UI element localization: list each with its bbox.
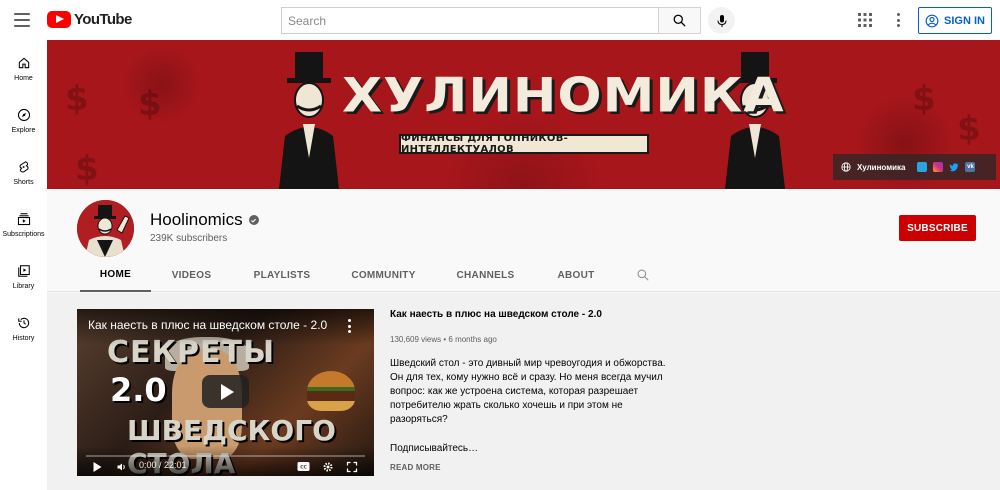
tab-home[interactable]: HOME [80, 259, 151, 292]
featured-video-description-more: Подписывайтесь… [390, 443, 479, 454]
shorts-icon [19, 161, 29, 173]
home-icon [18, 57, 29, 69]
menu-icon[interactable] [12, 10, 32, 30]
dollar-decoration-icon: $ [138, 84, 162, 124]
logo-text: YouTube [74, 11, 132, 28]
banner-link-website[interactable]: Хулиномика [857, 163, 905, 172]
sidebar-item-subscriptions[interactable]: Subscriptions [0, 206, 47, 256]
search-icon [673, 14, 686, 27]
sidebar-item-explore[interactable]: Explore [0, 102, 47, 152]
sidebar-item-label: Subscriptions [2, 231, 45, 238]
channel-avatar[interactable] [77, 200, 134, 257]
sidebar-item-label: Shorts [13, 179, 34, 186]
tab-videos[interactable]: VIDEOS [151, 259, 232, 292]
settings-more-icon[interactable] [891, 11, 905, 29]
channel-banner: $ $ $ $ $ ХУЛИНОМИКА ФИНАНСЫ ДЛЯ ГОПНИКО… [47, 40, 1000, 189]
search-button[interactable] [658, 7, 701, 34]
player-more-icon[interactable] [346, 319, 352, 333]
dollar-decoration-icon: $ $ [912, 79, 981, 149]
dollar-decoration-icon: $ $ [65, 79, 99, 189]
banner-title: ХУЛИНОМИКА [342, 69, 785, 123]
sidebar-item-home[interactable]: Home [0, 50, 47, 100]
sign-in-label: SIGN IN [944, 14, 985, 27]
svg-text:$: $ [957, 109, 981, 149]
player-time: 0:00 / 22:01 [139, 460, 187, 470]
search-input[interactable] [281, 7, 658, 34]
svg-text:$: $ [75, 149, 99, 189]
compass-icon [17, 108, 30, 122]
sidebar-item-label: Library [12, 283, 35, 290]
captions-icon[interactable]: CC [297, 461, 310, 472]
fullscreen-icon[interactable] [346, 461, 358, 473]
featured-video-description: Шведский стол - это дивный мир чревоугод… [390, 358, 666, 425]
account-icon [925, 14, 939, 27]
voice-search-button[interactable] [708, 7, 735, 34]
avatar-illustration [77, 200, 134, 257]
vk-icon[interactable]: vk [965, 162, 976, 172]
player-controls: 0:00 / 22:01 CC [77, 446, 374, 476]
microphone-icon [717, 14, 726, 27]
sidebar-item-library[interactable]: Library [0, 258, 47, 308]
tab-playlists[interactable]: PLAYLISTS [232, 259, 332, 292]
channel-name: Hoolinomics [150, 210, 243, 229]
tab-channels[interactable]: CHANNELS [435, 259, 536, 292]
tab-about[interactable]: ABOUT [536, 259, 616, 292]
channel-search-icon[interactable] [636, 268, 650, 282]
svg-text:$: $ [912, 79, 936, 119]
channel-header: Hoolinomics 239K subscribers SUBSCRIBE H… [47, 189, 1000, 292]
play-icon[interactable] [92, 461, 103, 473]
gentleman-illustration-left [279, 52, 339, 189]
globe-icon [841, 162, 851, 172]
channel-home-content: СЕКРЕТЫ 2.0 ШВЕДСКОГО СТОЛА Как наесть в… [47, 293, 1000, 490]
svg-text:$: $ [138, 84, 162, 124]
volume-icon[interactable] [116, 461, 128, 473]
svg-text:CC: CC [300, 465, 307, 471]
tab-community[interactable]: COMMUNITY [332, 259, 435, 292]
banner-links: Хулиномика vk [833, 154, 996, 180]
channel-tabs: HOME VIDEOS PLAYLISTS COMMUNITY CHANNELS… [80, 259, 649, 292]
youtube-logo[interactable]: YouTube [47, 11, 132, 28]
read-more-link[interactable]: READ MORE [390, 463, 670, 472]
thumbnail-burger [307, 371, 355, 411]
sidebar-item-label: Home [14, 75, 33, 82]
settings-gear-icon[interactable] [322, 461, 334, 473]
history-icon [17, 317, 29, 329]
subscriber-count: 239K subscribers [150, 233, 228, 244]
library-icon [17, 265, 30, 277]
sidebar-item-label: History [12, 335, 35, 342]
svg-text:$: $ [65, 79, 89, 119]
sidebar-item-shorts[interactable]: Shorts [0, 154, 47, 204]
telegram-icon[interactable] [917, 162, 928, 172]
player-title[interactable]: Как наесть в плюс на шведском столе - 2.… [88, 318, 338, 332]
subscribe-button[interactable]: SUBSCRIBE [899, 215, 976, 241]
thumbnail-text-version: 2.0 [110, 371, 167, 409]
featured-video-title[interactable]: Как наесть в плюс на шведском столе - 2.… [390, 309, 670, 320]
search-bar [281, 7, 701, 34]
top-bar: YouTube SIGN IN [0, 0, 1000, 40]
progress-bar[interactable] [86, 455, 365, 457]
sidebar-item-label: Explore [11, 127, 36, 134]
banner-subtitle: ФИНАНСЫ ДЛЯ ГОПНИКОВ-ИНТЕЛЛЕКТУАЛОВ [399, 133, 649, 155]
featured-video-meta: 130,609 views • 6 months ago [390, 335, 497, 344]
instagram-icon[interactable] [933, 162, 944, 172]
sidebar: Home Explore Shorts Subscriptions Librar… [0, 40, 47, 490]
play-button[interactable] [202, 375, 249, 408]
subscriptions-icon [17, 213, 30, 226]
channel-name-row: Hoolinomics [150, 210, 259, 230]
sign-in-button[interactable]: SIGN IN [918, 7, 992, 34]
featured-video-player[interactable]: СЕКРЕТЫ 2.0 ШВЕДСКОГО СТОЛА Как наесть в… [77, 309, 374, 476]
featured-video-info: Как наесть в плюс на шведском столе - 2.… [390, 309, 670, 472]
verified-badge-icon [248, 215, 259, 225]
apps-grid-icon[interactable] [856, 11, 874, 29]
sidebar-item-history[interactable]: History [0, 310, 47, 360]
youtube-play-icon [47, 11, 71, 28]
twitter-icon[interactable] [949, 162, 959, 172]
